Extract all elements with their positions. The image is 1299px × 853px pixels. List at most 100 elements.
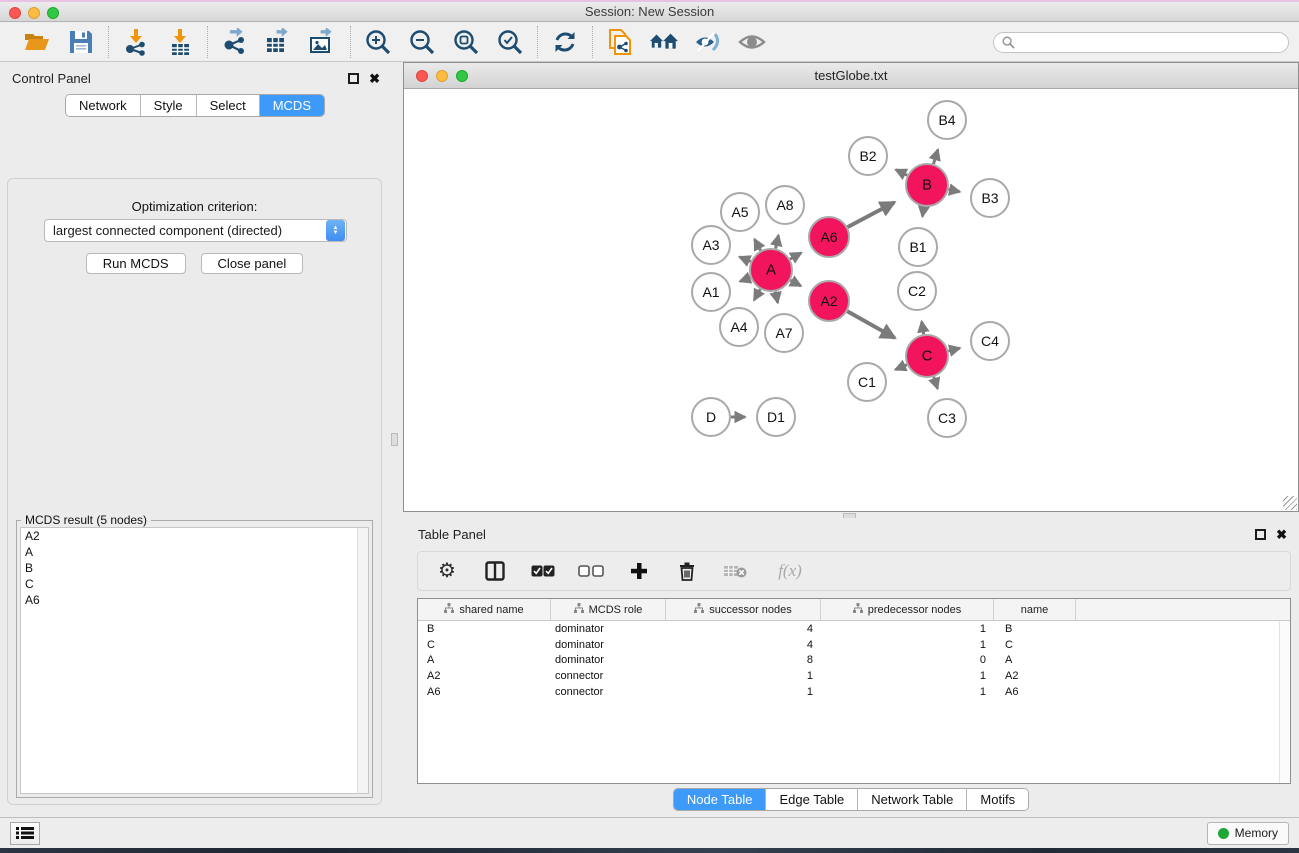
result-scrollbar[interactable] bbox=[357, 527, 369, 794]
window-resize-grip[interactable] bbox=[1283, 496, 1297, 510]
edge-A-A8[interactable] bbox=[776, 235, 779, 248]
add-column-icon[interactable] bbox=[626, 558, 652, 584]
edge-A-A7[interactable] bbox=[775, 292, 777, 303]
table-row[interactable]: Bdominator41B bbox=[418, 621, 1290, 637]
edge-A-A1[interactable] bbox=[740, 278, 750, 282]
search-input[interactable] bbox=[993, 32, 1289, 53]
first-neighbors-icon[interactable] bbox=[649, 27, 679, 57]
node-C[interactable]: C bbox=[906, 335, 948, 377]
node-A3[interactable]: A3 bbox=[692, 226, 730, 264]
node-A2[interactable]: A2 bbox=[809, 281, 849, 321]
float-panel-icon[interactable] bbox=[348, 73, 359, 84]
edge-C-C2[interactable] bbox=[922, 322, 924, 335]
table-row[interactable]: A2connector11A2 bbox=[418, 668, 1290, 684]
tab-node-table[interactable]: Node Table bbox=[674, 789, 766, 810]
node-B4[interactable]: B4 bbox=[928, 101, 966, 139]
zoom-window-icon[interactable] bbox=[47, 7, 59, 19]
node-C4[interactable]: C4 bbox=[971, 322, 1009, 360]
open-file-icon[interactable] bbox=[22, 27, 52, 57]
network-zoom-icon[interactable] bbox=[456, 70, 468, 82]
split-columns-icon[interactable] bbox=[482, 558, 508, 584]
network-minimize-icon[interactable] bbox=[436, 70, 448, 82]
zoom-fit-icon[interactable] bbox=[451, 27, 481, 57]
save-session-icon[interactable] bbox=[66, 27, 96, 57]
edge-A-A2[interactable] bbox=[790, 280, 800, 286]
close-panel-button[interactable]: Close panel bbox=[201, 253, 304, 274]
delete-column-icon[interactable] bbox=[674, 558, 700, 584]
delete-table-icon[interactable] bbox=[722, 558, 748, 584]
edge-B-B3[interactable] bbox=[949, 189, 960, 191]
minimize-window-icon[interactable] bbox=[28, 7, 40, 19]
tab-network-table[interactable]: Network Table bbox=[857, 789, 966, 810]
node-C1[interactable]: C1 bbox=[848, 363, 886, 401]
table-row[interactable]: Cdominator41C bbox=[418, 637, 1290, 653]
node-A[interactable]: A bbox=[750, 249, 792, 291]
column-header-name[interactable]: name bbox=[994, 599, 1076, 620]
export-table-icon[interactable] bbox=[264, 27, 294, 57]
node-D1[interactable]: D1 bbox=[757, 398, 795, 436]
column-header-shared-name[interactable]: shared name bbox=[418, 599, 551, 620]
node-C2[interactable]: C2 bbox=[898, 272, 936, 310]
function-builder-icon[interactable]: f(x) bbox=[770, 558, 810, 584]
edge-B-B1[interactable] bbox=[922, 207, 923, 217]
network-canvas[interactable]: AA1A2A3A4A5A6A7A8BB1B2B3B4CC1C2C3C4DD1 bbox=[404, 90, 1298, 511]
tab-motifs[interactable]: Motifs bbox=[966, 789, 1028, 810]
table-scrollbar[interactable] bbox=[1279, 621, 1290, 783]
float-table-panel-icon[interactable] bbox=[1255, 529, 1266, 540]
zoom-out-icon[interactable] bbox=[407, 27, 437, 57]
tab-style[interactable]: Style bbox=[140, 95, 196, 116]
export-image-icon[interactable] bbox=[308, 27, 338, 57]
edge-A-A4[interactable] bbox=[754, 289, 760, 300]
edge-B-B2[interactable] bbox=[896, 170, 907, 176]
deselect-all-rows-icon[interactable] bbox=[578, 558, 604, 584]
edge-A-A6[interactable] bbox=[790, 253, 801, 259]
node-D[interactable]: D bbox=[692, 398, 730, 436]
node-A1[interactable]: A1 bbox=[692, 273, 730, 311]
tab-select[interactable]: Select bbox=[196, 95, 259, 116]
edge-C-C1[interactable] bbox=[895, 365, 906, 370]
column-header-predecessor-nodes[interactable]: predecessor nodes bbox=[821, 599, 994, 620]
edge-C-C4[interactable] bbox=[948, 348, 959, 351]
edge-A-A3[interactable] bbox=[740, 257, 751, 262]
gear-icon[interactable]: ⚙ bbox=[434, 558, 460, 584]
hide-selected-icon[interactable] bbox=[693, 27, 723, 57]
node-A5[interactable]: A5 bbox=[721, 193, 759, 231]
close-table-panel-icon[interactable]: ✖ bbox=[1276, 529, 1287, 540]
node-B2[interactable]: B2 bbox=[849, 137, 887, 175]
select-all-rows-icon[interactable] bbox=[530, 558, 556, 584]
zoom-in-icon[interactable] bbox=[363, 27, 393, 57]
edge-C-C3[interactable] bbox=[934, 377, 938, 389]
memory-button[interactable]: Memory bbox=[1207, 822, 1289, 845]
network-window-titlebar[interactable]: testGlobe.txt bbox=[404, 63, 1298, 89]
node-B3[interactable]: B3 bbox=[971, 179, 1009, 217]
edge-A-A5[interactable] bbox=[755, 239, 761, 250]
import-network-icon[interactable] bbox=[121, 27, 151, 57]
column-header-MCDS-role[interactable]: MCDS role bbox=[551, 599, 666, 620]
column-header-successor-nodes[interactable]: successor nodes bbox=[666, 599, 821, 620]
table-row[interactable]: Adominator80A bbox=[418, 652, 1290, 668]
network-close-icon[interactable] bbox=[416, 70, 428, 82]
import-table-icon[interactable] bbox=[165, 27, 195, 57]
clone-network-icon[interactable] bbox=[605, 27, 635, 57]
node-A8[interactable]: A8 bbox=[766, 186, 804, 224]
node-B[interactable]: B bbox=[906, 164, 948, 206]
node-C3[interactable]: C3 bbox=[928, 399, 966, 437]
node-B1[interactable]: B1 bbox=[899, 228, 937, 266]
run-mcds-button[interactable]: Run MCDS bbox=[86, 253, 186, 274]
vertical-splitter-handle[interactable] bbox=[391, 433, 398, 446]
tab-network[interactable]: Network bbox=[66, 95, 140, 116]
edge-A6-B[interactable] bbox=[848, 202, 895, 227]
node-A7[interactable]: A7 bbox=[765, 314, 803, 352]
show-all-icon[interactable] bbox=[737, 27, 767, 57]
task-history-button[interactable] bbox=[10, 822, 40, 845]
node-A4[interactable]: A4 bbox=[720, 308, 758, 346]
export-network-icon[interactable] bbox=[220, 27, 250, 57]
close-panel-icon[interactable]: ✖ bbox=[369, 73, 380, 84]
table-row[interactable]: A6connector11A6 bbox=[418, 684, 1290, 700]
criterion-dropdown[interactable]: largest connected component (directed) ▲… bbox=[44, 219, 347, 242]
tab-edge-table[interactable]: Edge Table bbox=[765, 789, 857, 810]
edge-A2-C[interactable] bbox=[847, 311, 894, 338]
zoom-selected-icon[interactable] bbox=[495, 27, 525, 57]
tab-mcds[interactable]: MCDS bbox=[259, 95, 324, 116]
edge-B-B4[interactable] bbox=[933, 150, 937, 164]
